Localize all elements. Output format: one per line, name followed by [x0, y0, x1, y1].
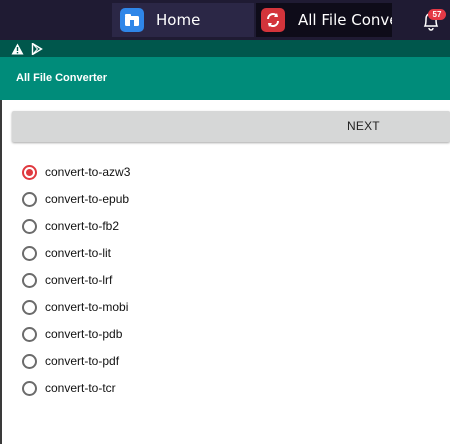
radio-option-fb2[interactable]: convert-to-fb2: [22, 216, 119, 236]
next-button[interactable]: [12, 111, 450, 142]
radio-option-label: convert-to-tcr: [45, 381, 116, 395]
radio-button[interactable]: [22, 191, 37, 207]
radio-button[interactable]: [22, 380, 37, 396]
app-title: All File Converter: [16, 72, 108, 84]
radio-button[interactable]: [22, 218, 37, 234]
taskbar-tab-label: All File Conver: [298, 11, 392, 29]
radio-option-label: convert-to-lrf: [45, 273, 113, 287]
taskbar-tab-home[interactable]: Home: [112, 3, 254, 37]
radio-option-label: convert-to-lit: [45, 246, 112, 260]
radio-option-lit[interactable]: convert-to-lit: [22, 243, 111, 263]
radio-button[interactable]: [22, 299, 37, 315]
radio-option-mobi[interactable]: convert-to-mobi: [22, 297, 128, 317]
radio-button[interactable]: [22, 245, 37, 261]
radio-option-tcr[interactable]: convert-to-tcr: [22, 378, 116, 398]
radio-option-label: convert-to-mobi: [45, 300, 129, 314]
radio-button-checked[interactable]: [22, 164, 37, 180]
radio-option-label: convert-to-azw3: [45, 165, 131, 179]
taskbar-tab-all-file-converter[interactable]: All File Conver: [256, 3, 392, 37]
radio-button[interactable]: [22, 272, 37, 288]
radio-option-azw3[interactable]: convert-to-azw3: [22, 162, 130, 182]
window-left-edge: [0, 100, 2, 444]
radio-option-label: convert-to-pdf: [45, 354, 120, 368]
radio-option-label: convert-to-epub: [45, 192, 130, 206]
radio-option-label: convert-to-pdb: [45, 327, 123, 341]
taskbar: Home All File Conver 57: [0, 0, 450, 40]
notification-count-badge: 57: [428, 9, 446, 20]
folder-home-icon: [120, 8, 144, 32]
next-button-label: NEXT: [347, 119, 380, 133]
radio-option-label: convert-to-fb2: [45, 219, 120, 233]
app-bar: All File Converter: [0, 57, 450, 100]
radio-option-lrf[interactable]: convert-to-lrf: [22, 270, 112, 290]
android-status-bar: [0, 40, 450, 57]
radio-option-pdf[interactable]: convert-to-pdf: [22, 351, 119, 371]
radio-button[interactable]: [22, 326, 37, 342]
radio-button[interactable]: [22, 353, 37, 369]
radio-option-epub[interactable]: convert-to-epub: [22, 189, 129, 209]
radio-option-pdb[interactable]: convert-to-pdb: [22, 324, 122, 344]
taskbar-tab-label: Home: [156, 11, 201, 29]
refresh-arrows-icon: [261, 8, 285, 32]
